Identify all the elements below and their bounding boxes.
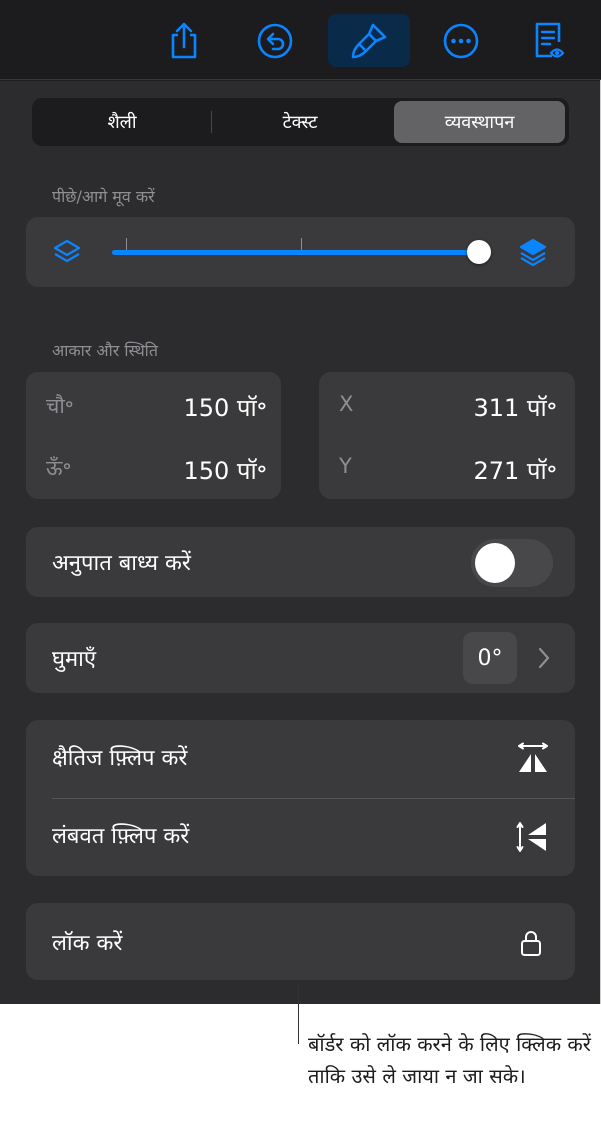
send-backward-icon bbox=[53, 239, 81, 263]
y-label: Y bbox=[339, 454, 352, 478]
width-field[interactable]: 150 पॉ॰ bbox=[183, 391, 267, 424]
chevron-right-icon[interactable] bbox=[537, 647, 551, 669]
rotate-value-field[interactable]: 0° bbox=[463, 632, 517, 684]
share-icon bbox=[171, 22, 197, 58]
callout-line bbox=[298, 982, 299, 1044]
tab-divider bbox=[211, 111, 212, 133]
y-field[interactable]: 271 पॉ॰ bbox=[473, 454, 557, 487]
lock-row[interactable]: लॉक करें bbox=[26, 903, 575, 980]
tab-style[interactable]: शैली bbox=[36, 101, 208, 143]
constrain-proportions-toggle[interactable] bbox=[471, 539, 553, 587]
lock-label: लॉक करें bbox=[52, 931, 123, 956]
format-tabs: शैली टेक्स्ट व्यवस्थापन bbox=[32, 98, 569, 146]
toolbar bbox=[0, 0, 601, 80]
x-field[interactable]: 311 पॉ॰ bbox=[473, 391, 557, 424]
layer-slider-thumb[interactable] bbox=[467, 240, 491, 264]
tab-text[interactable]: टेक्स्ट bbox=[214, 101, 386, 143]
more-button[interactable] bbox=[420, 14, 502, 67]
flip-card: क्षैतिज फ़्लिप करें लंबवत फ़्लिप करें bbox=[26, 720, 575, 876]
layer-slider-card bbox=[26, 217, 575, 287]
undo-icon bbox=[257, 23, 293, 58]
lock-icon bbox=[521, 931, 541, 956]
position-card: X 311 पॉ॰ Y 271 पॉ॰ bbox=[319, 372, 575, 499]
size-card: चौ॰ 150 पॉ॰ ऊँ॰ 150 पॉ॰ bbox=[26, 372, 281, 499]
flip-vertical-icon[interactable] bbox=[516, 820, 550, 854]
flip-horizontal-button[interactable]: क्षैतिज फ़्लिप करें bbox=[52, 742, 187, 772]
flip-vertical-button[interactable]: लंबवत फ़्लिप करें bbox=[52, 820, 189, 850]
layer-slider-track[interactable] bbox=[112, 250, 482, 255]
app-window: शैली टेक्स्ट व्यवस्थापन पीछे/आगे मूव करे… bbox=[0, 0, 601, 1004]
lock-callout-text: बॉर्डर को लॉक करने के लिए क्लिक करें ताक… bbox=[308, 1032, 591, 1088]
format-button[interactable] bbox=[328, 14, 410, 67]
share-button[interactable] bbox=[143, 14, 225, 67]
undo-button[interactable] bbox=[234, 14, 316, 67]
format-panel: शैली टेक्स्ट व्यवस्थापन पीछे/आगे मूव करे… bbox=[0, 81, 600, 1004]
toggle-knob bbox=[475, 543, 515, 583]
size-position-section-label: आकार और स्थिति bbox=[52, 341, 158, 360]
slider-tick bbox=[126, 238, 127, 250]
rotate-row: घुमाएँ 0° bbox=[26, 623, 575, 693]
x-label: X bbox=[339, 392, 354, 416]
reader-view-button[interactable] bbox=[508, 14, 590, 67]
height-field[interactable]: 150 पॉ॰ bbox=[183, 454, 267, 487]
rotate-label: घुमाएँ bbox=[52, 647, 97, 672]
flip-horizontal-icon[interactable] bbox=[516, 742, 550, 776]
arrange-section-label: पीछे/आगे मूव करें bbox=[52, 187, 155, 206]
tab-arrange[interactable]: व्यवस्थापन bbox=[394, 101, 565, 143]
slider-tick bbox=[301, 238, 302, 250]
more-icon bbox=[443, 23, 479, 58]
width-label: चौ॰ bbox=[46, 394, 74, 418]
flip-divider bbox=[52, 798, 575, 799]
height-label: ऊँ॰ bbox=[46, 456, 72, 480]
constrain-proportions-label: अनुपात बाध्य करें bbox=[52, 551, 191, 576]
format-brush-icon bbox=[351, 23, 387, 58]
constrain-proportions-row: अनुपात बाध्य करें bbox=[26, 527, 575, 597]
bring-forward-icon bbox=[519, 238, 547, 267]
reader-view-icon bbox=[535, 22, 565, 58]
